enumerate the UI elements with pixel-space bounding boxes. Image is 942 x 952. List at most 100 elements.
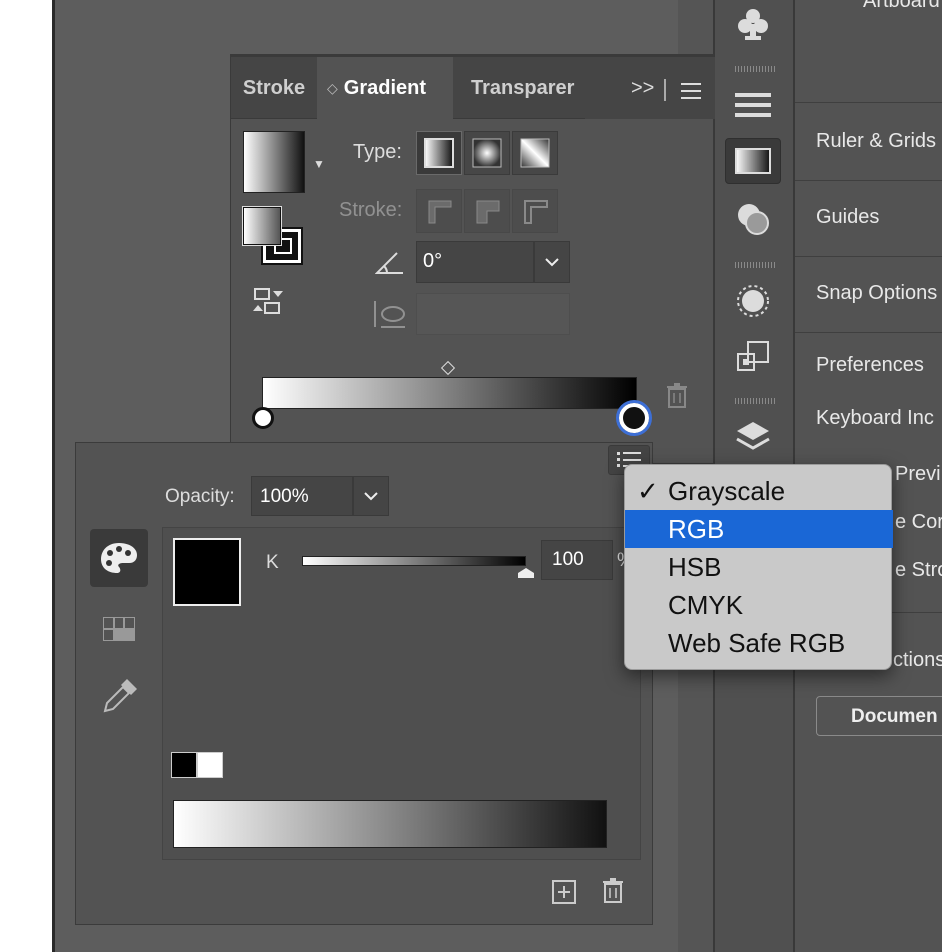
angle-dropdown[interactable]	[534, 241, 570, 283]
checkmark-icon: ✓	[637, 475, 659, 506]
tab-separator	[664, 79, 666, 101]
eyedropper-tab-button[interactable]	[101, 679, 137, 720]
color-area: K 100 %	[162, 527, 641, 860]
stroke-within-icon	[428, 200, 452, 224]
swatch-dropdown-icon[interactable]: ▼	[313, 157, 325, 171]
swatches-grid-icon	[102, 616, 136, 642]
stroke-along-button[interactable]	[464, 189, 510, 233]
menu-item-grayscale[interactable]: ✓ Grayscale	[625, 472, 893, 510]
club-icon	[738, 9, 768, 40]
gradient-stop-end[interactable]	[616, 400, 652, 436]
stroke-across-button[interactable]	[512, 189, 558, 233]
appearance-button[interactable]	[725, 278, 781, 324]
type-label: Type:	[353, 141, 402, 163]
k-value-input[interactable]: 100	[541, 540, 613, 580]
guides-item[interactable]: Guides	[816, 206, 879, 229]
transform-button[interactable]	[725, 334, 781, 380]
menu-item-hsb[interactable]: HSB	[625, 548, 893, 586]
layers-icon	[736, 422, 770, 450]
gradient-icon	[735, 148, 771, 174]
ruler-grids-item[interactable]: Ruler & Grids	[816, 130, 936, 153]
menu-item-label: Grayscale	[668, 475, 786, 506]
divider	[795, 256, 942, 257]
swatches-tab-button[interactable]	[102, 616, 136, 646]
eyedropper-icon	[103, 679, 137, 713]
current-color-swatch[interactable]	[173, 538, 241, 606]
aspect-ratio-icon	[371, 297, 407, 336]
gradient-slider[interactable]	[262, 377, 637, 409]
linear-gradient-button[interactable]	[416, 131, 462, 175]
gradient-panel-button[interactable]	[725, 138, 781, 184]
aspect-ratio-input[interactable]	[416, 293, 570, 335]
delete-stop-button[interactable]	[666, 383, 688, 414]
angle-input[interactable]: 0°	[416, 241, 534, 283]
color-panel: Opacity: 100% K 100 %	[75, 442, 653, 925]
menu-item-label: HSB	[668, 551, 722, 582]
preview-item[interactable]: Previ	[895, 463, 941, 486]
color-tab-button[interactable]	[90, 529, 148, 587]
strokes-item[interactable]: e Stro	[895, 559, 942, 582]
color-spectrum[interactable]	[173, 800, 607, 848]
menu-item-web-safe-rgb[interactable]: Web Safe RGB	[625, 624, 893, 662]
stroke-lines-icon	[735, 93, 771, 117]
quick-actions-label: ctions	[893, 649, 942, 671]
updown-icon: ◇	[327, 79, 338, 96]
panel-grip[interactable]	[735, 262, 775, 268]
artboard-label: Artboard	[863, 0, 940, 12]
layers-button[interactable]	[725, 414, 781, 460]
radial-gradient-button[interactable]	[464, 131, 510, 175]
document-setup-button[interactable]: Documen	[816, 696, 942, 736]
divider	[795, 332, 942, 333]
tab-gradient[interactable]: ◇ Gradient	[317, 57, 453, 119]
menu-item-label: Web Safe RGB	[668, 627, 846, 658]
reverse-icon	[253, 288, 283, 314]
k-slider-track[interactable]	[302, 556, 526, 566]
tab-transparency[interactable]: Transparer	[453, 57, 585, 119]
trash-icon	[603, 878, 623, 903]
gradient-swatch[interactable]	[243, 131, 305, 193]
menu-item-label: RGB	[668, 513, 725, 544]
overflow-button[interactable]: >>	[631, 77, 654, 100]
keyboard-increment-item[interactable]: Keyboard Inc	[816, 407, 934, 430]
symbols-button[interactable]	[725, 2, 781, 48]
menu-item-label: CMYK	[668, 589, 744, 620]
trash-icon	[667, 383, 687, 408]
transparency-panel-button[interactable]	[725, 196, 781, 242]
black-swatch[interactable]	[171, 752, 197, 778]
reverse-gradient-button[interactable]	[251, 287, 287, 322]
opacity-input[interactable]: 100%	[251, 476, 353, 516]
corners-item[interactable]: e Cor	[895, 511, 942, 534]
opacity-dropdown[interactable]	[353, 476, 389, 516]
menu-item-rgb[interactable]: RGB	[625, 510, 893, 548]
k-slider-thumb[interactable]	[517, 566, 535, 578]
appearance-icon	[737, 285, 769, 317]
panel-menu-button[interactable]	[681, 83, 701, 104]
tab-bar: Stroke ◇ Gradient Transparer >>	[231, 57, 715, 119]
opacity-label: Opacity:	[165, 486, 235, 507]
stroke-within-button[interactable]	[416, 189, 462, 233]
tab-gradient-label: Gradient	[343, 76, 427, 99]
transform-icon	[737, 341, 769, 371]
radial-gradient-icon	[472, 138, 502, 168]
divider	[795, 180, 942, 181]
preferences-item[interactable]: Preferences	[816, 354, 924, 377]
k-label: K	[266, 552, 279, 573]
new-swatch-button[interactable]	[552, 880, 576, 909]
hamburger-icon	[681, 83, 701, 99]
left-margin	[0, 0, 52, 952]
tab-stroke[interactable]: Stroke	[231, 57, 317, 119]
color-mode-menu: ✓ Grayscale RGB HSB CMYK Web Safe RGB	[624, 464, 893, 670]
gradient-stop-start[interactable]	[252, 407, 274, 429]
panel-grip[interactable]	[735, 398, 775, 404]
delete-swatch-button[interactable]	[602, 878, 624, 909]
snap-options-item[interactable]: Snap Options	[816, 282, 937, 305]
stroke-across-icon	[524, 200, 548, 224]
chevron-down-icon	[545, 257, 559, 266]
panel-grip[interactable]	[735, 66, 775, 72]
freeform-gradient-button[interactable]	[512, 131, 558, 175]
white-swatch[interactable]	[197, 752, 223, 778]
fill-swatch[interactable]	[242, 206, 282, 246]
menu-item-cmyk[interactable]: CMYK	[625, 586, 893, 624]
stroke-panel-button[interactable]	[725, 82, 781, 128]
gradient-midpoint[interactable]	[440, 360, 456, 376]
